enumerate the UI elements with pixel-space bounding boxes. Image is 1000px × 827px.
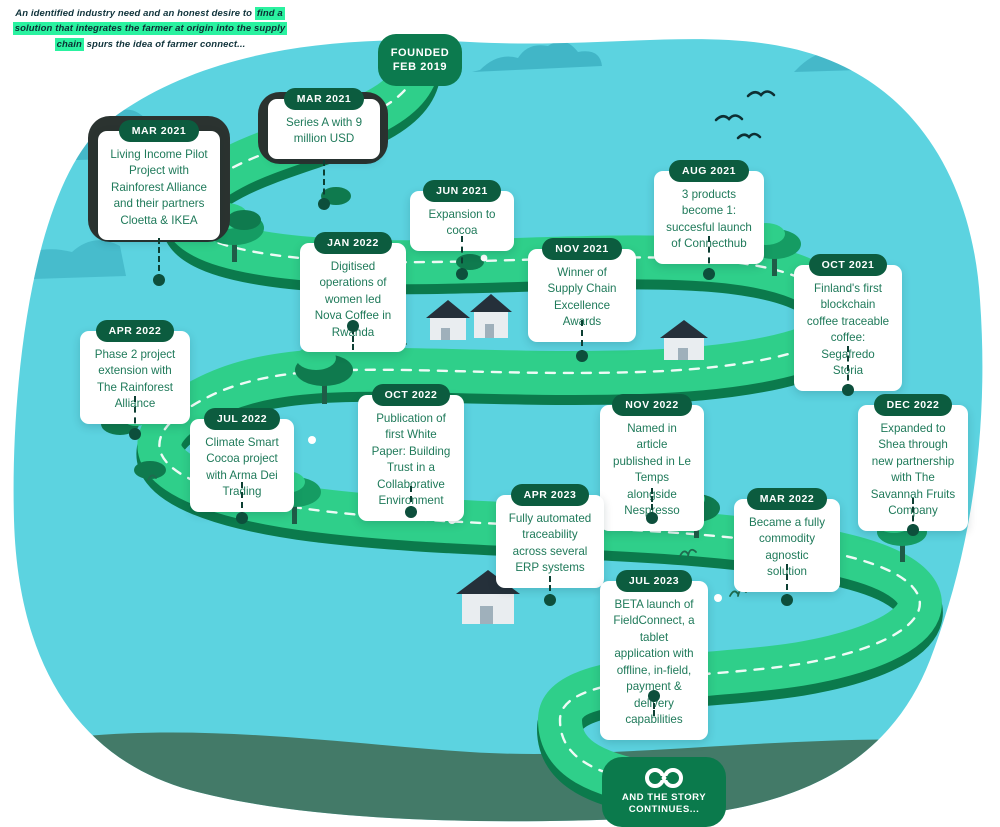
founded-line-1: FOUNDED — [390, 46, 450, 59]
milestone-card-aug-2021-connecthub[interactable]: AUG 2021 3 products become 1: succesful … — [654, 160, 764, 280]
milestone-date: JUN 2021 — [423, 180, 501, 202]
milestone-date: APR 2023 — [510, 484, 590, 506]
milestone-date: AUG 2021 — [668, 160, 749, 182]
milestone-card-oct-2021-segafredo[interactable]: OCT 2021 Finland's first blockchain coff… — [794, 254, 902, 396]
connector-dot — [646, 512, 658, 524]
founded-badge: FOUNDED FEB 2019 — [378, 34, 462, 86]
connector-dot — [703, 268, 715, 280]
connector-dot — [907, 524, 919, 536]
milestone-card-mar-2021-living-income[interactable]: MAR 2021 Living Income Pilot Project wit… — [98, 120, 220, 286]
connector-dot — [648, 690, 660, 702]
milestone-text: Fully automated traceability across seve… — [496, 495, 604, 588]
milestone-card-apr-2022-phase-2[interactable]: APR 2022 Phase 2 project extension with … — [80, 320, 190, 440]
timeline-infographic: An identified industry need and an hones… — [0, 0, 1000, 827]
connector-dot — [842, 384, 854, 396]
connector-dot — [405, 506, 417, 518]
connector-dot — [318, 198, 330, 210]
milestone-card-jan-2022-nova-coffee[interactable]: JAN 2022 Digitised operations of women l… — [300, 232, 406, 353]
milestone-card-dec-2022-shea[interactable]: DEC 2022 Expanded to Shea through new pa… — [858, 394, 968, 536]
milestone-date: DEC 2022 — [873, 394, 953, 416]
intro-tail: spurs the idea of farmer connect... — [83, 38, 246, 50]
story-line-1: AND THE STORY — [621, 791, 707, 803]
milestone-date: MAR 2021 — [118, 120, 200, 142]
story-line-2: CONTINUES... — [628, 804, 700, 815]
milestone-card-mar-2022-commodity-agnostic[interactable]: MAR 2022 Became a fully commodity agnost… — [734, 488, 840, 606]
founded-line-2: FEB 2019 — [392, 61, 448, 73]
milestone-date: NOV 2021 — [542, 238, 622, 260]
connector-dot — [544, 594, 556, 606]
milestone-text: Living Income Pilot Project with Rainfor… — [98, 131, 220, 241]
intro-headline: An identified industry need and an hones… — [0, 6, 300, 52]
milestone-date: NOV 2022 — [612, 394, 692, 416]
milestone-date: OCT 2022 — [371, 384, 451, 406]
story-continues-badge[interactable]: AND THE STORY CONTINUES... — [602, 757, 726, 827]
connector-dot — [153, 274, 165, 286]
milestone-date: MAR 2022 — [746, 488, 828, 510]
milestone-date: JAN 2022 — [314, 232, 392, 254]
milestone-date: JUL 2023 — [615, 570, 693, 592]
connector-dot — [576, 350, 588, 362]
milestone-card-jul-2022-climate-smart[interactable]: JUL 2022 Climate Smart Cocoa project wit… — [190, 408, 294, 524]
connector-dot — [129, 428, 141, 440]
milestone-card-nov-2021-awards[interactable]: NOV 2021 Winner of Supply Chain Excellen… — [528, 238, 636, 362]
milestone-card-jul-2023-fieldconnect[interactable]: JUL 2023 BETA launch of FieldConnect, a … — [600, 570, 708, 740]
milestone-date: MAR 2021 — [283, 88, 365, 110]
milestone-card-apr-2023-erp[interactable]: APR 2023 Fully automated traceability ac… — [496, 484, 604, 606]
milestone-card-nov-2022-le-temps[interactable]: NOV 2022 Named in article published in L… — [600, 394, 704, 531]
connector-dot — [456, 268, 468, 280]
connector-dot — [781, 594, 793, 606]
milestone-date: OCT 2021 — [808, 254, 888, 276]
milestone-date: JUL 2022 — [203, 408, 281, 430]
infinity-logo-icon — [645, 767, 683, 788]
intro-lead: An identified industry need and an hones… — [15, 8, 255, 19]
milestone-card-jun-2021-cocoa[interactable]: JUN 2021 Expansion to cocoa — [410, 180, 514, 280]
milestone-card-mar-2021-series-a[interactable]: MAR 2021 Series A with 9 million USD — [268, 88, 380, 210]
milestone-card-oct-2022-white-paper[interactable]: OCT 2022 Publication of first White Pape… — [358, 384, 464, 521]
connector-dot — [347, 320, 359, 332]
connector-dot — [236, 512, 248, 524]
milestone-date: APR 2022 — [95, 320, 175, 342]
